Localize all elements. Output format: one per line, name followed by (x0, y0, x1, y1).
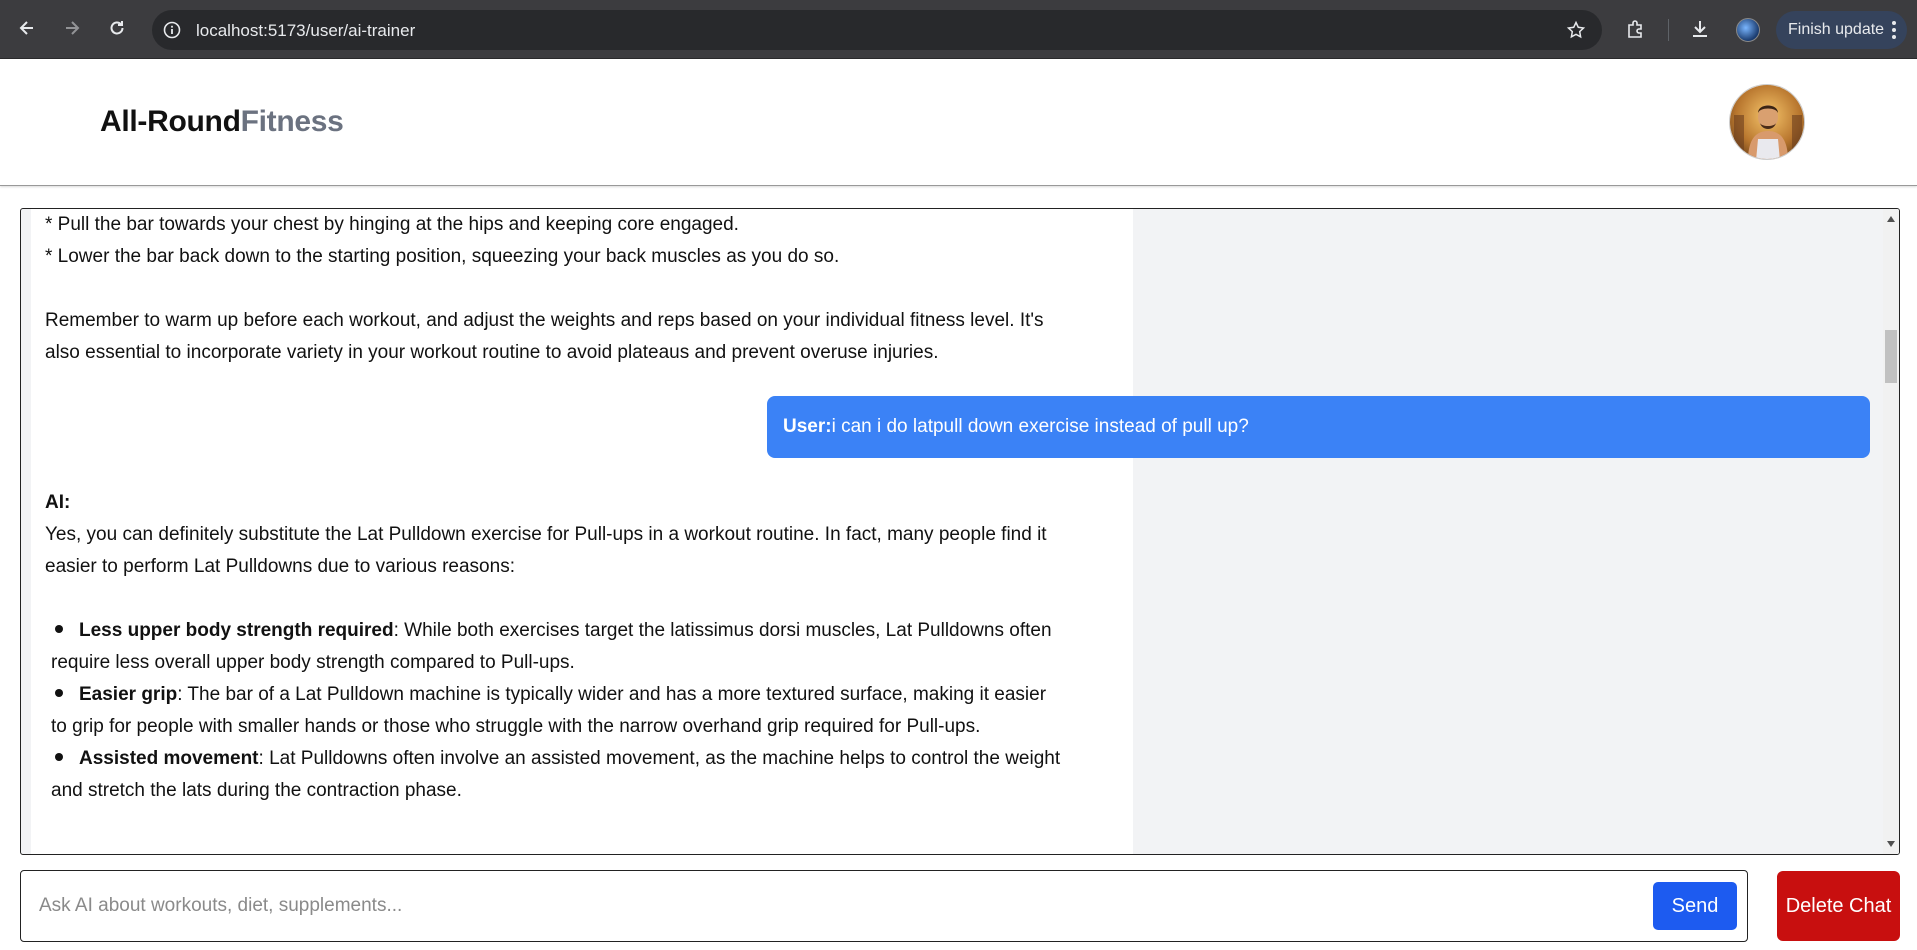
site-info-icon[interactable] (162, 20, 182, 40)
app-header: All-RoundFitness (0, 59, 1917, 186)
bullet-text: : The bar of a Lat Pulldown machine is t… (177, 684, 1047, 705)
browser-toolbar: localhost:5173/user/ai-trainer Finish up… (0, 0, 1917, 59)
back-icon[interactable] (12, 13, 42, 43)
message-line: Yes, you can definitely substitute the L… (45, 524, 1047, 545)
bookmark-star-icon[interactable] (1566, 20, 1586, 40)
chat-input[interactable] (39, 885, 1659, 927)
bullet-item: Assisted movement: Lat Pulldowns often i… (45, 743, 1119, 807)
bullet-dot (55, 753, 63, 761)
scroll-down-arrow-icon[interactable] (1887, 841, 1895, 847)
message-line: easier to perform Lat Pulldowns due to v… (45, 556, 515, 577)
ai-message: AI: Yes, you can definitely substitute t… (31, 473, 1133, 854)
logo-part-1: All-Round (100, 105, 241, 138)
bullet-item: Less upper body strength required: While… (45, 615, 1119, 679)
chat-scrollbar[interactable] (1883, 209, 1899, 854)
send-button[interactable]: Send (1653, 882, 1737, 930)
bullet-text-cont: require less overall upper body strength… (51, 652, 575, 673)
reload-icon[interactable] (102, 13, 132, 43)
delete-chat-button[interactable]: Delete Chat (1777, 871, 1900, 941)
message-line: * Pull the bar towards your chest by hin… (45, 214, 739, 235)
user-avatar[interactable] (1729, 84, 1805, 160)
bullet-item: Easier grip: The bar of a Lat Pulldown m… (45, 679, 1119, 743)
bullet-text: : While both exercises target the latiss… (393, 620, 1052, 641)
finish-update-button[interactable]: Finish update (1776, 11, 1907, 49)
message-line: * Lower the bar back down to the startin… (45, 246, 840, 267)
forward-icon[interactable] (57, 13, 87, 43)
bullet-title: Easier grip (79, 684, 178, 705)
scroll-up-arrow-icon[interactable] (1887, 216, 1895, 222)
url-text[interactable]: localhost:5173/user/ai-trainer (196, 21, 415, 41)
bullet-dot (55, 689, 63, 697)
message-line: also essential to incorporate variety in… (45, 342, 939, 363)
extensions-icon[interactable] (1624, 17, 1648, 41)
bullet-title: Assisted movement (79, 748, 259, 769)
logo-part-2: Fitness (240, 105, 344, 138)
app-logo[interactable]: All-RoundFitness (100, 105, 344, 139)
scroll-thumb[interactable] (1885, 330, 1897, 383)
ai-message-prefix: AI: (45, 492, 71, 513)
user-message-prefix: User: (783, 416, 832, 437)
bullet-text: : Lat Pulldowns often involve an assiste… (258, 748, 1061, 769)
user-message: User:i can i do latpull down exercise in… (767, 396, 1870, 458)
browser-profile-avatar[interactable] (1736, 18, 1760, 42)
download-icon[interactable] (1688, 17, 1712, 41)
bullet-dot (55, 625, 63, 633)
chat-messages-panel[interactable]: * Pull the bar towards your chest by hin… (20, 208, 1900, 855)
chat-input-container (20, 870, 1748, 942)
address-bar[interactable]: localhost:5173/user/ai-trainer (152, 10, 1602, 50)
message-line: Remember to warm up before each workout,… (45, 310, 1044, 331)
user-message-text: i can i do latpull down exercise instead… (831, 416, 1249, 437)
finish-update-label: Finish update (1788, 21, 1885, 38)
bullet-text-cont: to grip for people with smaller hands or… (51, 716, 981, 737)
toolbar-divider (1668, 19, 1669, 41)
bullet-text-cont: and stretch the lats during the contract… (51, 780, 462, 801)
bullet-title: Less upper body strength required (79, 620, 394, 641)
more-menu-icon (1892, 21, 1896, 39)
